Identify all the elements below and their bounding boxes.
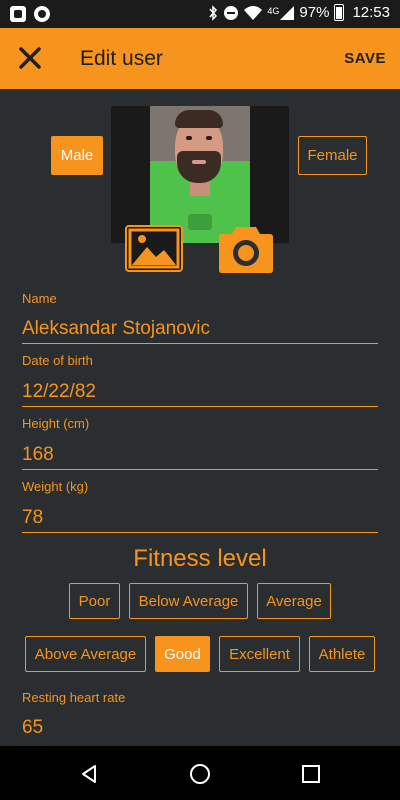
camera-icon: [219, 227, 273, 273]
fitness-option-athlete[interactable]: Athlete: [309, 636, 375, 672]
wifi-icon: [244, 5, 263, 20]
fitness-level-title: Fitness level: [133, 545, 267, 572]
gallery-button[interactable]: [125, 225, 183, 272]
fitness-option-above-average[interactable]: Above Average: [25, 636, 146, 672]
close-button[interactable]: [10, 38, 50, 78]
name-underline: [22, 343, 378, 344]
weight-label: Weight (kg): [22, 479, 89, 494]
female-button[interactable]: Female: [298, 136, 367, 175]
weight-input[interactable]: 78: [22, 507, 43, 529]
home-circle-icon: [190, 764, 210, 784]
notification-icon: [34, 6, 50, 22]
save-button[interactable]: SAVE: [344, 50, 386, 67]
home-button[interactable]: [189, 763, 211, 785]
height-label: Height (cm): [22, 416, 90, 431]
height-underline: [22, 469, 378, 470]
dob-label: Date of birth: [22, 353, 93, 368]
resting-heart-rate-input[interactable]: 65: [22, 717, 43, 739]
battery-percent: 97%: [299, 4, 330, 21]
app-bar: Edit user SAVE: [0, 28, 400, 89]
fitness-option-good[interactable]: Good: [155, 636, 210, 672]
back-button[interactable]: [78, 763, 100, 785]
bluetooth-icon: [209, 4, 218, 21]
status-icons: 4G 97% 12:53: [208, 4, 390, 21]
weight-underline: [22, 532, 378, 533]
edit-user-form[interactable]: Male Female Name Aleksandar Stojanovic D…: [0, 89, 400, 746]
recents-button[interactable]: [300, 763, 322, 785]
signal-icon: [280, 5, 295, 20]
dob-input[interactable]: 12/22/82: [22, 381, 96, 403]
notification-icons: [10, 6, 50, 22]
notification-icon: [10, 6, 26, 22]
resting-heart-rate-label: Resting heart rate: [22, 690, 126, 705]
fitness-option-below-average[interactable]: Below Average: [129, 583, 248, 619]
image-icon: [125, 225, 183, 272]
page-title: Edit user: [80, 47, 163, 70]
recents-square-icon: [302, 765, 320, 783]
back-triangle-icon: [82, 765, 96, 783]
name-input[interactable]: Aleksandar Stojanovic: [22, 318, 210, 340]
name-label: Name: [22, 291, 57, 306]
fitness-option-average[interactable]: Average: [257, 583, 331, 619]
clock: 12:53: [352, 4, 390, 21]
height-input[interactable]: 168: [22, 444, 54, 466]
close-icon: [19, 47, 41, 69]
fitness-option-poor[interactable]: Poor: [69, 583, 120, 619]
battery-icon: [334, 4, 345, 21]
fitness-option-excellent[interactable]: Excellent: [219, 636, 300, 672]
male-button[interactable]: Male: [51, 136, 103, 175]
navigation-bar: [0, 746, 400, 800]
network-type: 4G: [267, 5, 280, 16]
do-not-disturb-icon: [224, 5, 239, 20]
dob-underline: [22, 406, 378, 407]
status-bar: 4G 97% 12:53: [0, 0, 400, 28]
camera-button[interactable]: [218, 223, 274, 274]
